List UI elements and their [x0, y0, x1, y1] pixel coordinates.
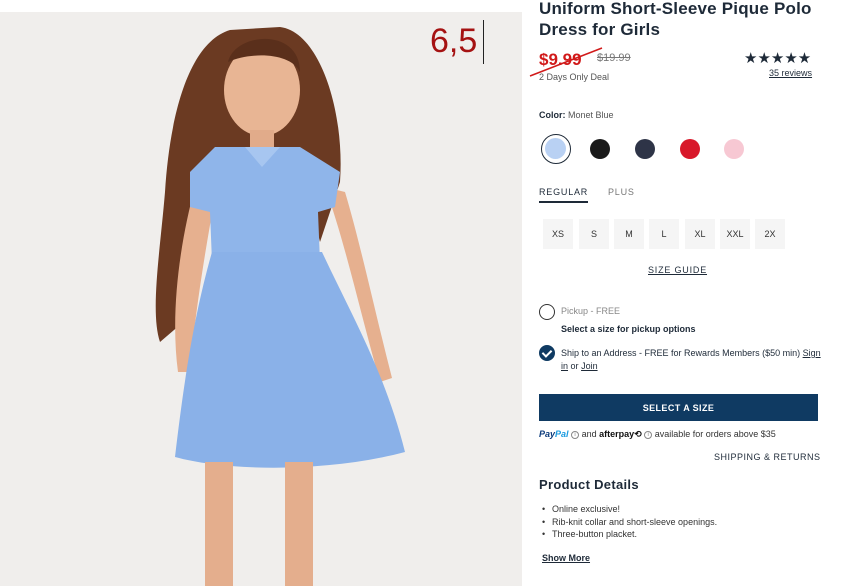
ship-option-text: Ship to an Address - FREE for Rewards Me…	[561, 347, 821, 373]
color-label: Color: Monet Blue	[539, 110, 614, 120]
list-item: Online exclusive!	[542, 504, 717, 517]
product-title: Uniform Short-Sleeve Pique Polo Dress fo…	[539, 0, 812, 39]
reviews-link[interactable]: 35 reviews	[769, 68, 812, 78]
swatch-red[interactable]	[675, 134, 705, 164]
size-guide-link[interactable]: SIZE GUIDE	[648, 265, 707, 275]
product-details-list: Online exclusive! Rib-knit collar and sh…	[542, 504, 717, 542]
product-info-panel: Uniform Short-Sleeve Pique Polo Dress fo…	[524, 0, 841, 586]
swatch-pink[interactable]	[719, 134, 749, 164]
color-selected-name: Monet Blue	[568, 110, 614, 120]
swatch-color	[635, 139, 655, 159]
tab-plus[interactable]: PLUS	[608, 187, 635, 197]
swatch-monet-blue[interactable]	[541, 134, 571, 164]
payment-options: PayPal i and afterpay⟲ i available for o…	[539, 429, 776, 440]
size-l[interactable]: L	[649, 219, 679, 249]
list-item: Rib-knit collar and short-sleeve opening…	[542, 517, 717, 530]
afterpay-logo-text: afterpay	[599, 429, 635, 439]
or-text: or	[570, 361, 579, 371]
swatch-color	[590, 139, 610, 159]
paypal-logo-part1: Pay	[539, 429, 556, 439]
text-cursor	[483, 20, 484, 64]
ship-label: Ship to an Address - FREE for Rewards Me…	[561, 348, 801, 358]
size-xl[interactable]: XL	[685, 219, 715, 249]
pickup-sub-label: Select a size for pickup options	[561, 324, 696, 334]
product-details-title: Product Details	[539, 477, 639, 492]
swatch-navy[interactable]	[630, 134, 660, 164]
image-panel: 6,5	[0, 0, 524, 586]
pickup-radio[interactable]	[539, 304, 555, 320]
product-photo[interactable]	[0, 12, 522, 586]
join-link[interactable]: Join	[581, 361, 598, 371]
pickup-label: Pickup - FREE	[561, 306, 621, 316]
swatch-black[interactable]	[585, 134, 615, 164]
select-size-button[interactable]: SELECT A SIZE	[539, 394, 818, 421]
swatch-color	[680, 139, 700, 159]
deal-text: 2 Days Only Deal	[539, 72, 610, 82]
shipping-returns-link[interactable]: SHIPPING & RETURNS	[714, 452, 821, 462]
size-xs[interactable]: XS	[543, 219, 573, 249]
swatch-color	[545, 138, 566, 159]
size-m[interactable]: M	[614, 219, 644, 249]
color-label-key: Color:	[539, 110, 566, 120]
afterpay-mark: ⟲	[634, 429, 642, 439]
ship-radio[interactable]	[539, 345, 555, 361]
list-item: Three-button placket.	[542, 529, 717, 542]
product-photo-illustration	[155, 27, 405, 586]
size-2x[interactable]: 2X	[755, 219, 785, 249]
rating-stars: ★★★★★	[744, 50, 812, 67]
afterpay-logo[interactable]: afterpay⟲	[599, 429, 642, 439]
paypal-logo-part2: Pal	[555, 429, 569, 439]
afterpay-info-icon[interactable]: i	[644, 430, 653, 439]
paypal-info-icon[interactable]: i	[571, 430, 580, 439]
show-more-link[interactable]: Show More	[542, 553, 590, 563]
payment-note: available for orders above $35	[654, 429, 776, 439]
and-text: and	[581, 429, 597, 439]
size-s[interactable]: S	[579, 219, 609, 249]
handwritten-annotation: 6,5	[430, 22, 478, 60]
tab-regular[interactable]: REGULAR	[539, 187, 589, 203]
paypal-logo[interactable]: PayPal	[539, 429, 569, 439]
swatch-color	[724, 139, 744, 159]
size-xxl[interactable]: XXL	[720, 219, 750, 249]
